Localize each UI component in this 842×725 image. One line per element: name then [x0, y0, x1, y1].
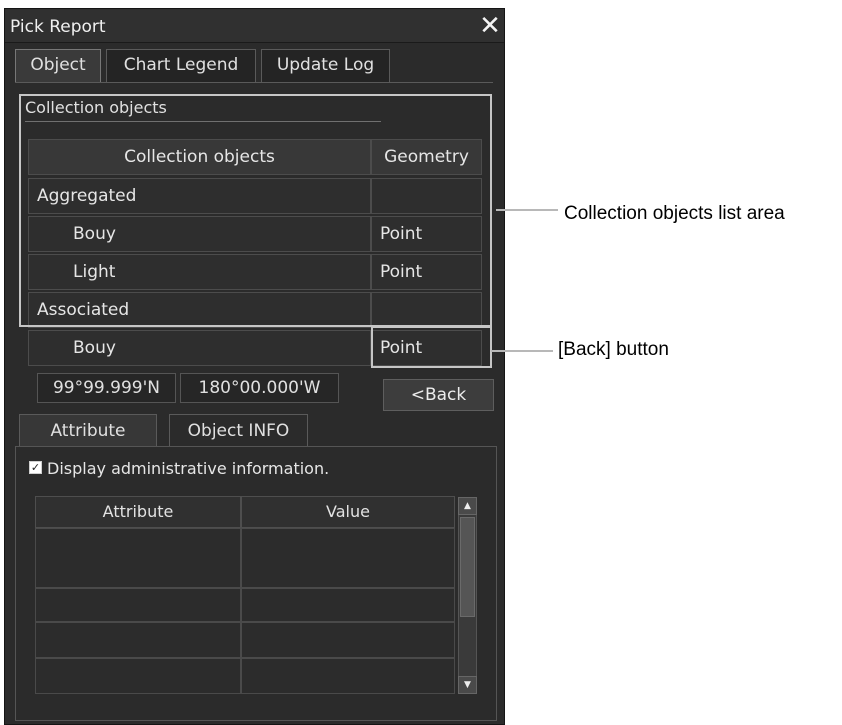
list-area-callout: Collection objects list area — [564, 203, 785, 224]
value-row-cell[interactable] — [241, 528, 455, 588]
attribute-row-cell[interactable] — [35, 622, 241, 658]
value-row-cell[interactable] — [241, 658, 455, 694]
collection-row-name[interactable]: Bouy — [28, 330, 371, 366]
pick-report-window: Pick Report ✕ Object Chart Legend Update… — [4, 8, 505, 725]
value-row-cell[interactable] — [241, 622, 455, 658]
title-bar[interactable]: Pick Report ✕ — [5, 9, 504, 43]
window-title: Pick Report — [10, 17, 106, 37]
back-button-callout-line — [491, 350, 553, 352]
back-button-highlight — [371, 326, 492, 368]
scrollbar-thumb[interactable] — [460, 517, 475, 617]
back-button[interactable]: <Back — [383, 379, 494, 411]
scroll-down-icon[interactable]: ▼ — [458, 676, 477, 694]
tab-chart-legend[interactable]: Chart Legend — [106, 49, 256, 82]
close-icon[interactable]: ✕ — [477, 12, 503, 40]
tab-divider — [15, 82, 493, 83]
admin-info-checkbox[interactable]: ✓ — [29, 461, 42, 474]
attribute-row-cell[interactable] — [35, 528, 241, 588]
attribute-row-cell[interactable] — [35, 658, 241, 694]
back-button-callout: [Back] button — [558, 339, 669, 360]
longitude-readout: 180°00.000'W — [180, 373, 339, 403]
scroll-up-icon[interactable]: ▲ — [458, 497, 477, 515]
tab-update-log[interactable]: Update Log — [261, 49, 390, 82]
tab-object[interactable]: Object — [15, 49, 101, 82]
list-area-callout-line — [496, 209, 558, 211]
collection-objects-list-area — [19, 94, 492, 327]
column-header-value[interactable]: Value — [241, 496, 455, 528]
value-row-cell[interactable] — [241, 588, 455, 622]
admin-info-label[interactable]: Display administrative information. — [47, 459, 329, 478]
tab-object-info[interactable]: Object INFO — [169, 414, 308, 447]
attribute-row-cell[interactable] — [35, 588, 241, 622]
latitude-readout: 99°99.999'N — [37, 373, 176, 403]
tab-attribute[interactable]: Attribute — [19, 414, 157, 447]
column-header-attribute[interactable]: Attribute — [35, 496, 241, 528]
